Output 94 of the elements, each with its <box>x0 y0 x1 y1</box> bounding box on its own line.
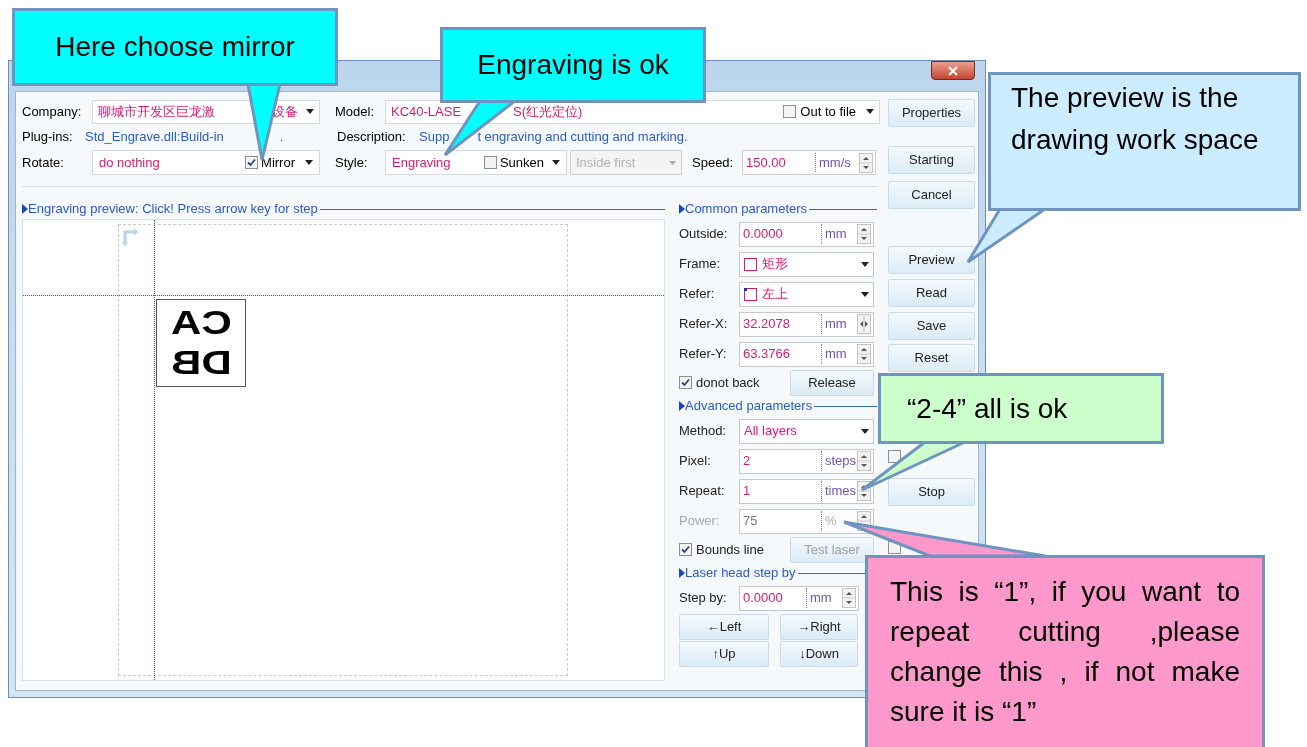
checkbox[interactable] <box>245 156 259 169</box>
field-label: Plug-ins: <box>22 127 74 146</box>
step-button[interactable]: ↑Up <box>679 640 769 667</box>
caret-icon <box>861 428 869 434</box>
field-label: Step by: <box>679 589 728 608</box>
caret-icon <box>861 291 869 297</box>
section-title: Advanced parameters <box>685 397 813 416</box>
caret-icon <box>305 160 313 165</box>
up-down-spinner-icon[interactable] <box>857 344 871 364</box>
number-field[interactable]: 32.2078 mm <box>739 311 874 337</box>
side-button[interactable]: Properties <box>888 99 975 127</box>
field-label: Refer-Y: <box>679 345 728 364</box>
field-label: Outside: <box>679 225 729 244</box>
number-field[interactable]: 0.0000 mm <box>739 221 874 247</box>
mirrored-text: CA <box>170 307 232 339</box>
caret-icon <box>861 261 869 267</box>
field-label: Refer-X: <box>679 315 729 334</box>
step-button[interactable]: ↓Down <box>780 640 858 667</box>
caret-icon <box>669 160 676 165</box>
field-label: Style: <box>335 153 369 172</box>
side-button[interactable]: Starting <box>888 146 975 174</box>
up-down-spinner-icon[interactable] <box>857 224 871 244</box>
triangle-icon <box>679 401 685 411</box>
field-value: Std_Engrave.dll:Build-in <box>85 127 224 146</box>
caret-icon <box>306 109 314 114</box>
rotate-dropdown[interactable]: do nothing Mirror <box>92 150 320 175</box>
up-down-spinner-icon[interactable] <box>857 451 871 471</box>
left-right-spinner-icon[interactable] <box>857 314 871 334</box>
section-title: Laser head step by <box>685 564 796 583</box>
checkbox[interactable] <box>679 376 692 389</box>
number-field[interactable]: 63.3766 mm <box>739 341 874 367</box>
side-button[interactable]: Cancel <box>888 181 975 209</box>
triangle-icon <box>22 204 28 214</box>
field-label: Refer: <box>679 285 716 304</box>
checkbox-label: Mirror <box>261 153 295 172</box>
square-icon <box>744 287 757 301</box>
side-button[interactable]: Reset <box>888 344 975 372</box>
step-button[interactable]: ←Left <box>679 613 769 640</box>
callout-text: Engraving is ok <box>477 48 669 82</box>
field-value: KC40-LASE <box>391 102 462 121</box>
field-label: Rotate: <box>22 153 65 172</box>
up-down-spinner-icon[interactable] <box>859 152 873 173</box>
field-label: Pixel: <box>679 452 712 471</box>
dropdown[interactable]: 左上 <box>739 281 874 307</box>
mirrored-text: DB <box>170 347 232 379</box>
field-value: Supp <box>419 127 450 146</box>
preview-canvas[interactable]: CA DB <box>22 219 665 681</box>
triangle-icon <box>679 204 685 214</box>
checkbox-label: Sunken <box>499 153 544 172</box>
side-button[interactable]: Stop <box>888 477 975 506</box>
field-label: Power: <box>679 512 721 531</box>
callout-text: Here choose mirror <box>55 30 295 64</box>
close-icon <box>948 65 958 76</box>
field-label: Speed: <box>692 153 735 172</box>
close-button[interactable] <box>931 61 975 80</box>
callout-text: The preview is the drawing work space <box>1011 81 1260 157</box>
checkbox-label: Bounds line <box>696 540 765 559</box>
field-label: Repeat: <box>679 482 726 501</box>
field-label: Frame: <box>679 255 722 274</box>
speed-field[interactable]: 150.00 mm/s <box>742 150 876 175</box>
dropdown[interactable]: All layers <box>739 418 874 444</box>
dropdown[interactable]: 矩形 <box>739 251 874 277</box>
callout-text: “2-4” all is ok <box>907 391 1068 426</box>
action-button[interactable]: Release <box>790 369 874 396</box>
number-field[interactable]: 2 steps <box>739 448 874 474</box>
number-field[interactable]: 1 times <box>739 478 874 504</box>
section-title: Common parameters <box>685 200 808 219</box>
style-dropdown[interactable]: Engraving Sunken <box>385 150 567 175</box>
field-value: 聊城市开发区巨龙激 <box>98 102 215 121</box>
field-value: . <box>279 127 284 146</box>
checkbox[interactable] <box>679 543 692 556</box>
field-label: Description: <box>337 127 407 146</box>
side-button[interactable]: Read <box>888 279 975 307</box>
number-field[interactable]: 0.0000 mm <box>739 585 859 611</box>
origin-arrow-icon <box>122 228 138 246</box>
field-label: Model: <box>335 102 376 121</box>
square-icon <box>744 257 757 271</box>
caret-icon <box>866 109 874 114</box>
field-value: S(红光定位) <box>513 102 583 121</box>
caret-icon <box>552 160 560 165</box>
section-title: Engraving preview: Click! Press arrow key for step <box>28 200 318 219</box>
side-button[interactable]: Preview <box>888 246 975 274</box>
triangle-icon <box>679 568 685 578</box>
field-label: Method: <box>679 422 727 441</box>
field-value: t engraving and cutting and marking. <box>477 127 688 146</box>
checkbox[interactable] <box>483 156 497 169</box>
checkbox-label: Out to file <box>800 102 856 121</box>
step-button[interactable]: →Right <box>780 613 858 640</box>
checkbox[interactable] <box>783 105 797 118</box>
checkbox-label: donot back <box>696 373 761 392</box>
side-button[interactable]: Save <box>888 312 975 340</box>
up-down-spinner-icon[interactable] <box>842 588 856 608</box>
callout-text: This is “1”, if you want to repeat cutting ,please change this , if not make sure it is “1” <box>890 575 1240 729</box>
field-label: Company: <box>22 102 83 121</box>
